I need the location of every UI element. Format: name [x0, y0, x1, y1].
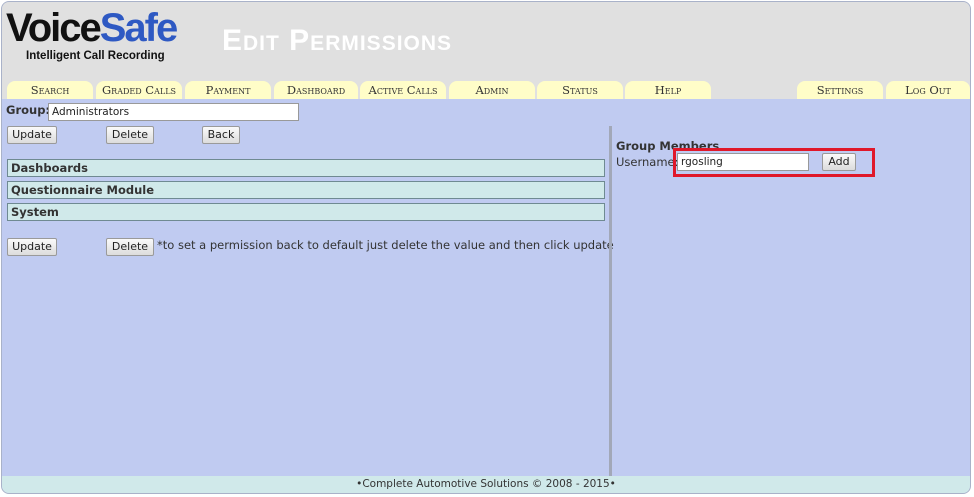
highlight-box	[673, 148, 875, 177]
logo-brand-safe: Safe	[99, 6, 178, 50]
section-questionnaire-module[interactable]: Questionnaire Module	[7, 181, 605, 199]
tab-search[interactable]: Search	[7, 81, 93, 99]
tab-admin[interactable]: Admin	[449, 81, 535, 99]
section-dashboards[interactable]: Dashboards	[7, 159, 605, 177]
header: VoiceSafe Intelligent Call Recording Edi…	[2, 2, 970, 99]
tab-log-out[interactable]: Log Out	[886, 81, 970, 99]
panel-divider	[609, 126, 612, 476]
tab-dashboard[interactable]: Dashboard	[274, 81, 358, 99]
group-name-input[interactable]: Administrators	[48, 103, 299, 121]
page-title: Edit Permissions	[222, 24, 453, 57]
app-frame: VoiceSafe Intelligent Call Recording Edi…	[1, 1, 971, 494]
section-system[interactable]: System	[7, 203, 605, 221]
logo-brand: VoiceSafe	[6, 6, 178, 50]
delete-button-bottom[interactable]: Delete	[106, 238, 154, 256]
tab-active-calls[interactable]: Active Calls	[360, 81, 446, 99]
update-button-top[interactable]: Update	[7, 126, 57, 144]
group-label: Group:	[6, 103, 51, 117]
delete-button-top[interactable]: Delete	[106, 126, 154, 144]
update-button-bottom[interactable]: Update	[7, 238, 57, 256]
voicesafe-logo: VoiceSafe Intelligent Call Recording	[6, 6, 178, 62]
footer: •Complete Automotive Solutions © 2008 - …	[2, 476, 970, 493]
logo-tagline: Intelligent Call Recording	[26, 50, 165, 62]
username-label: Username:	[616, 155, 679, 169]
tab-help[interactable]: Help	[625, 81, 711, 99]
tab-status[interactable]: Status	[537, 81, 623, 99]
back-button[interactable]: Back	[202, 126, 240, 144]
logo-brand-voice: Voice	[6, 6, 102, 50]
tab-payment[interactable]: Payment	[185, 81, 271, 99]
tab-graded-calls[interactable]: Graded Calls	[96, 81, 182, 99]
update-hint-note: *to set a permission back to default jus…	[157, 238, 614, 252]
tab-settings[interactable]: Settings	[797, 81, 883, 99]
